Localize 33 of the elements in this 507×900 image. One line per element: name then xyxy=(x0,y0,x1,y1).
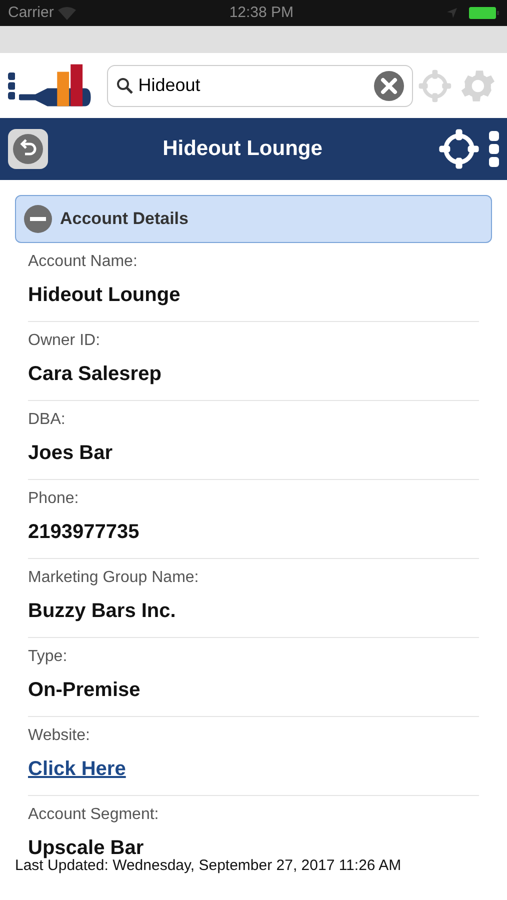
field-value: Buzzy Bars Inc. xyxy=(28,599,177,624)
search-input[interactable]: Hideout xyxy=(138,72,370,99)
clock: 12:38 PM xyxy=(228,2,295,23)
field-value: Upscale Bar xyxy=(28,836,145,859)
field-label: Account Segment: xyxy=(28,805,160,825)
search-icon xyxy=(116,76,134,94)
field-label: Marketing Group Name: xyxy=(28,568,200,588)
back-button[interactable] xyxy=(8,129,48,169)
field-value: Cara Salesrep xyxy=(28,362,162,387)
field-value: 2193977735 xyxy=(28,520,140,545)
search-field[interactable]: Hideout xyxy=(107,64,414,106)
carrier-label: Carrier xyxy=(8,2,54,23)
wifi-icon xyxy=(58,6,76,20)
field-label: Website: xyxy=(28,726,91,746)
locate-icon[interactable] xyxy=(437,127,481,171)
collapse-icon xyxy=(24,205,52,233)
more-icon[interactable] xyxy=(489,131,499,167)
last-updated-text: Last Updated: Wednesday, September 27, 2017 11:26 AM xyxy=(14,857,402,876)
location-icon xyxy=(447,8,457,18)
clear-icon[interactable] xyxy=(374,70,404,100)
field-label: Type: xyxy=(28,647,68,667)
undo-icon xyxy=(13,134,43,164)
battery-icon xyxy=(469,7,499,19)
field-label: Account Name: xyxy=(28,252,138,272)
website-link[interactable]: Click Here xyxy=(28,754,126,784)
field-label: Owner ID: xyxy=(28,331,102,351)
field-label: DBA: xyxy=(28,410,66,430)
field-value: Hideout Lounge xyxy=(28,283,182,308)
section-header[interactable]: Account Details xyxy=(15,195,492,243)
page-title: Hideout Lounge xyxy=(162,136,324,162)
field-value: Joes Bar xyxy=(28,441,114,466)
field-label: Phone: xyxy=(28,489,80,509)
field-value: On-Premise xyxy=(28,678,142,703)
